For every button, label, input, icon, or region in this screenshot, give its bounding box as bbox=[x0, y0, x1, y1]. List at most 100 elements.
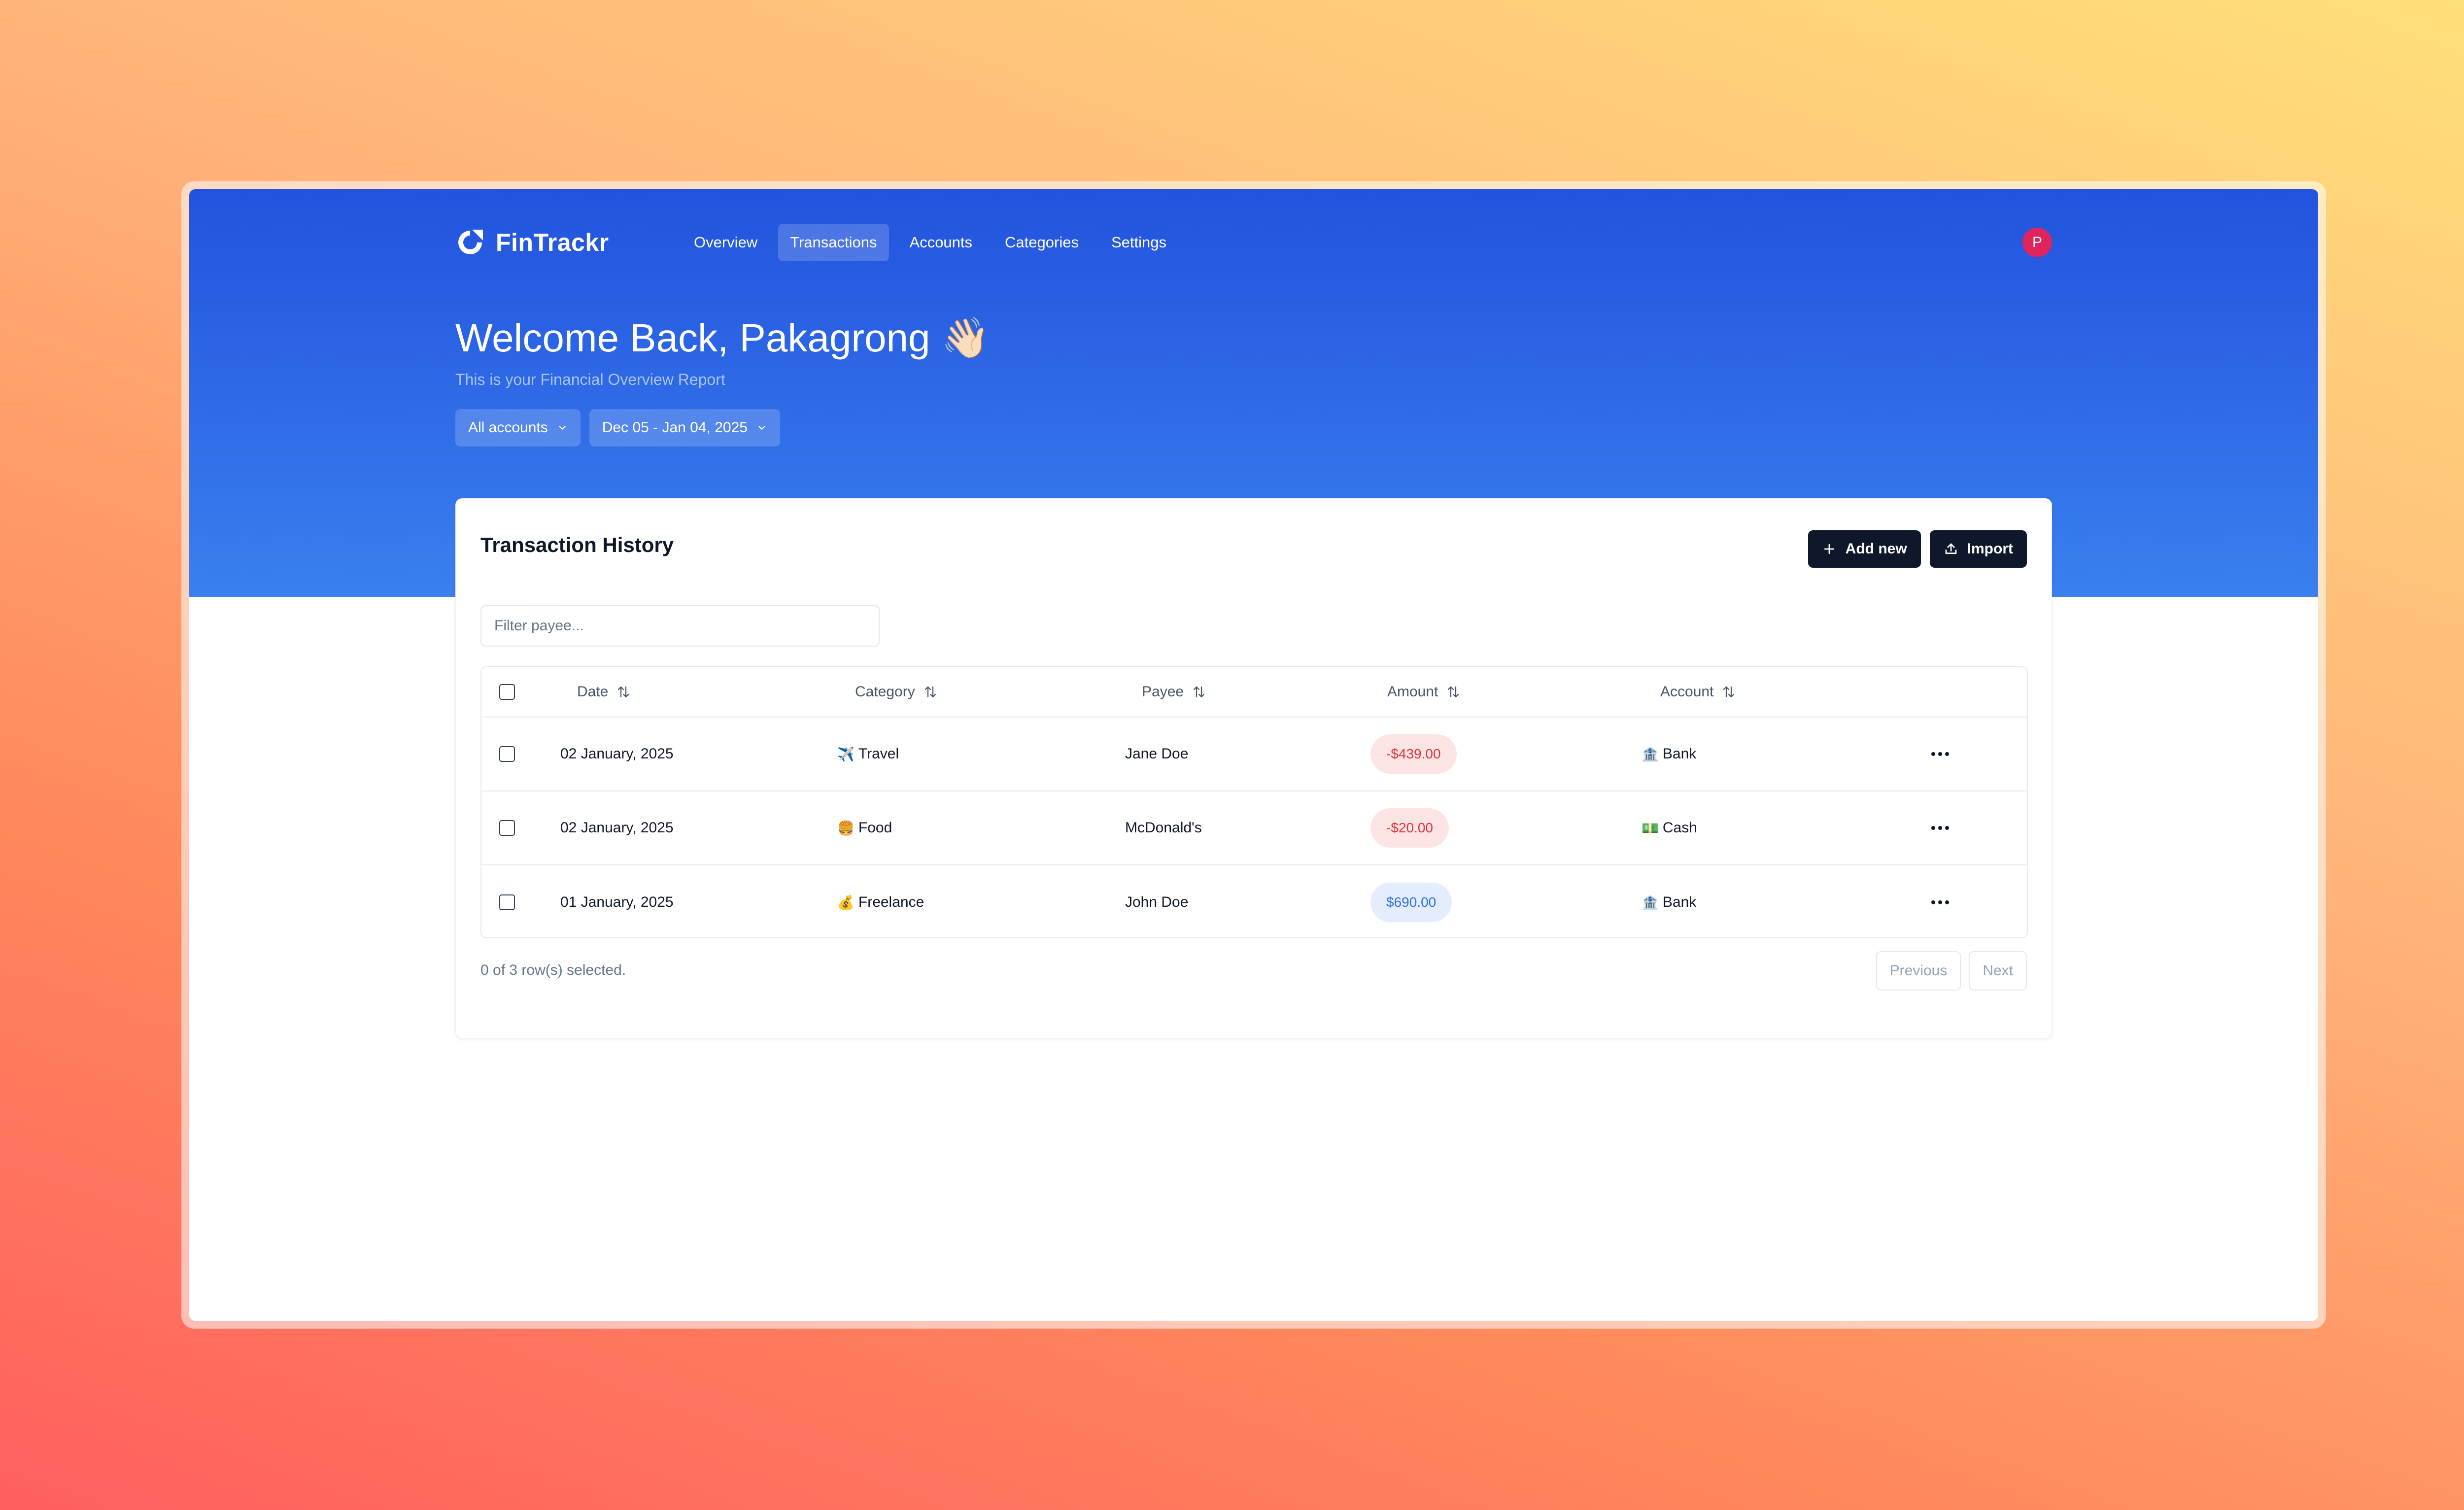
amount-badge: -$439.00 bbox=[1370, 734, 1457, 774]
more-horizontal-icon bbox=[1931, 752, 1949, 756]
column-header-date[interactable]: Date bbox=[577, 667, 631, 717]
column-header-payee[interactable]: Payee bbox=[1142, 667, 1206, 717]
money-bag-icon: 💰 bbox=[837, 894, 855, 911]
payee-cell: McDonald's bbox=[1125, 820, 1202, 836]
account-cell: 💵 Cash bbox=[1642, 791, 1697, 864]
filter-payee-input[interactable] bbox=[480, 605, 880, 647]
row-select-cell bbox=[499, 791, 515, 864]
date-cell: 02 January, 2025 bbox=[560, 746, 674, 762]
main-nav: Overview Transactions Accounts Categorie… bbox=[682, 224, 1178, 261]
category-label: Freelance bbox=[858, 894, 924, 910]
sort-icon bbox=[1448, 686, 1459, 698]
app-window: FinTrackr Overview Transactions Accounts… bbox=[189, 189, 2318, 1321]
logo-text: FinTrackr bbox=[496, 229, 609, 256]
column-header-label: Amount bbox=[1387, 684, 1438, 700]
category-cell: 💰 Freelance bbox=[837, 865, 924, 937]
nav-item-transactions[interactable]: Transactions bbox=[778, 224, 889, 261]
add-new-label: Add new bbox=[1845, 541, 1907, 557]
table-header-row: Date Category Payee Amount Account bbox=[481, 667, 2027, 718]
transaction-history-card: Transaction History Add new Import Filte… bbox=[455, 498, 2052, 1038]
row-actions-button[interactable] bbox=[1930, 865, 1950, 937]
previous-button[interactable]: Previous bbox=[1876, 951, 1961, 991]
column-header-label: Category bbox=[855, 684, 915, 700]
category-label: Food bbox=[858, 820, 892, 836]
more-horizontal-icon bbox=[1931, 900, 1949, 904]
bank-icon: 🏦 bbox=[1642, 894, 1659, 911]
pagination: Previous Next bbox=[1876, 951, 2027, 991]
date-range-label: Dec 05 - Jan 04, 2025 bbox=[602, 419, 748, 436]
amount-cell: -$20.00 bbox=[1370, 791, 1449, 864]
avatar[interactable]: P bbox=[2022, 228, 2052, 257]
import-label: Import bbox=[1967, 541, 2013, 557]
date-cell: 02 January, 2025 bbox=[560, 820, 674, 836]
sort-icon bbox=[1723, 686, 1735, 698]
row-actions-button[interactable] bbox=[1930, 791, 1950, 864]
nav-item-overview[interactable]: Overview bbox=[682, 224, 769, 261]
table-row: 01 January, 2025 💰 Freelance John Doe $6… bbox=[481, 865, 2027, 937]
payee-cell: Jane Doe bbox=[1125, 746, 1189, 762]
category-cell: 🍔 Food bbox=[837, 791, 892, 864]
transactions-table: Date Category Payee Amount Account 02 Ja… bbox=[480, 666, 2028, 938]
more-horizontal-icon bbox=[1931, 826, 1949, 830]
column-header-label: Payee bbox=[1142, 684, 1184, 700]
row-checkbox[interactable] bbox=[499, 746, 515, 762]
column-header-account[interactable]: Account bbox=[1660, 667, 1736, 717]
account-cell: 🏦 Bank bbox=[1642, 865, 1697, 937]
account-filter-dropdown[interactable]: All accounts bbox=[455, 409, 581, 446]
amount-cell: -$439.00 bbox=[1370, 718, 1457, 790]
column-header-category[interactable]: Category bbox=[855, 667, 938, 717]
card-title: Transaction History bbox=[480, 533, 674, 556]
category-cell: ✈️ Travel bbox=[837, 718, 899, 790]
window-frame: FinTrackr Overview Transactions Accounts… bbox=[181, 181, 2326, 1329]
add-new-button[interactable]: Add new bbox=[1808, 530, 1921, 568]
account-label: Bank bbox=[1662, 894, 1697, 910]
welcome-heading: Welcome Back, Pakagrong 👋🏻 bbox=[455, 316, 991, 360]
account-cell: 🏦 Bank bbox=[1642, 718, 1696, 790]
date-cell: 01 January, 2025 bbox=[560, 894, 674, 910]
card-actions: Add new Import bbox=[1808, 530, 2027, 568]
page-content: FinTrackr Overview Transactions Accounts… bbox=[455, 189, 2052, 1321]
nav-item-accounts[interactable]: Accounts bbox=[898, 224, 985, 261]
nav-item-categories[interactable]: Categories bbox=[993, 224, 1091, 261]
account-label: Bank bbox=[1662, 746, 1697, 762]
bank-icon: 🏦 bbox=[1642, 746, 1659, 762]
plus-icon bbox=[1824, 544, 1834, 554]
airplane-icon: ✈️ bbox=[837, 746, 855, 762]
burger-icon: 🍔 bbox=[837, 820, 855, 836]
select-all-checkbox[interactable] bbox=[499, 684, 515, 700]
column-header-label: Date bbox=[577, 684, 609, 700]
import-button[interactable]: Import bbox=[1929, 530, 2027, 568]
account-filter-label: All accounts bbox=[468, 419, 548, 436]
amount-cell: $690.00 bbox=[1370, 865, 1452, 937]
upload-icon bbox=[1945, 543, 1957, 554]
select-all-cell bbox=[499, 667, 515, 717]
table-row: 02 January, 2025 🍔 Food McDonald's -$20.… bbox=[481, 791, 2027, 865]
welcome-subtitle: This is your Financial Overview Report bbox=[455, 371, 725, 388]
payee-cell: John Doe bbox=[1125, 894, 1189, 910]
row-actions-button[interactable] bbox=[1930, 718, 1950, 790]
row-checkbox[interactable] bbox=[499, 820, 515, 836]
account-label: Cash bbox=[1662, 820, 1697, 836]
top-navigation: FinTrackr Overview Transactions Accounts… bbox=[455, 224, 2052, 261]
chevron-down-icon bbox=[559, 426, 566, 430]
row-select-cell bbox=[499, 718, 515, 790]
amount-badge: $690.00 bbox=[1370, 883, 1452, 922]
column-header-amount[interactable]: Amount bbox=[1387, 667, 1461, 717]
nav-item-settings[interactable]: Settings bbox=[1099, 224, 1178, 261]
sort-icon bbox=[1193, 686, 1205, 698]
column-header-label: Account bbox=[1660, 684, 1714, 700]
date-range-dropdown[interactable]: Dec 05 - Jan 04, 2025 bbox=[589, 409, 780, 446]
row-select-cell bbox=[499, 865, 515, 937]
hero-filters: All accounts Dec 05 - Jan 04, 2025 bbox=[455, 409, 780, 446]
selection-status: 0 of 3 row(s) selected. bbox=[480, 962, 626, 978]
sort-icon bbox=[924, 686, 936, 698]
row-checkbox[interactable] bbox=[499, 894, 515, 910]
sort-icon bbox=[618, 686, 629, 698]
category-label: Travel bbox=[858, 746, 899, 762]
next-button[interactable]: Next bbox=[1969, 951, 2027, 991]
logo-icon bbox=[458, 230, 483, 254]
amount-badge: -$20.00 bbox=[1370, 808, 1449, 848]
cash-icon: 💵 bbox=[1642, 820, 1659, 836]
logo[interactable]: FinTrackr bbox=[455, 224, 609, 261]
chevron-down-icon bbox=[758, 426, 765, 430]
